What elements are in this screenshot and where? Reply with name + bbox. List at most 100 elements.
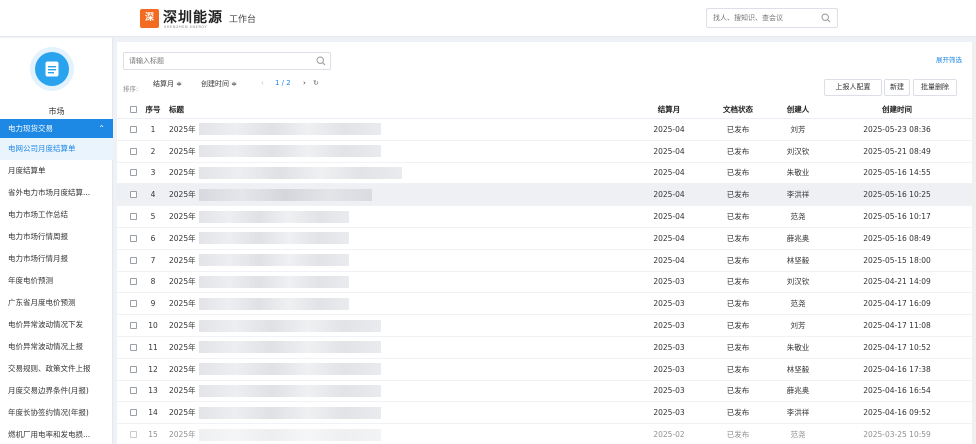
table-row[interactable]: 9 2025年 2025-03 已发布 范尧 2025-04-17 16:09 bbox=[117, 293, 972, 316]
row-title[interactable]: 2025年 bbox=[169, 141, 381, 162]
row-checkbox[interactable] bbox=[130, 315, 137, 336]
sort-by-month[interactable]: 结算月 ≑ bbox=[153, 79, 182, 89]
row-checkbox[interactable] bbox=[130, 381, 137, 402]
row-checkbox[interactable] bbox=[130, 228, 137, 249]
chevron-up-icon[interactable]: ⌃ bbox=[98, 119, 105, 138]
table-row[interactable]: 11 2025年 2025-03 已发布 朱敬业 2025-04-17 10:52 bbox=[117, 337, 972, 359]
table-row[interactable]: 7 2025年 2025-04 已发布 林坚毅 2025-05-15 18:00 bbox=[117, 250, 972, 272]
new-button[interactable]: 新建 bbox=[884, 79, 910, 96]
table-row[interactable]: 4 2025年 2025-04 已发布 李洪祥 2025-05-16 10:25 bbox=[117, 184, 972, 207]
row-title[interactable]: 2025年 bbox=[169, 381, 381, 402]
row-checkbox[interactable] bbox=[130, 163, 137, 184]
global-search-input[interactable] bbox=[707, 9, 815, 27]
row-title-text[interactable]: 2025年 bbox=[169, 255, 196, 266]
row-title[interactable]: 2025年 bbox=[169, 206, 349, 227]
table-row[interactable]: 12 2025年 2025-03 已发布 林坚毅 2025-04-16 17:38 bbox=[117, 359, 972, 381]
row-title-text[interactable]: 2025年 bbox=[169, 233, 196, 244]
row-month: 2025-03 bbox=[653, 277, 685, 287]
sort-by-created[interactable]: 创建时间 ≑ bbox=[201, 79, 237, 89]
row-checkbox[interactable] bbox=[130, 424, 137, 444]
row-title[interactable]: 2025年 bbox=[169, 228, 349, 249]
table-row[interactable]: 5 2025年 2025-04 已发布 范尧 2025-05-16 10:17 bbox=[117, 206, 972, 228]
table-row[interactable]: 2 2025年 2025-04 已发布 刘汉钦 2025-05-21 08:49 bbox=[117, 141, 972, 163]
row-checkbox[interactable] bbox=[130, 359, 137, 380]
global-search[interactable] bbox=[706, 8, 838, 28]
row-no: 11 bbox=[148, 342, 158, 352]
row-title-text[interactable]: 2025年 bbox=[169, 342, 196, 353]
row-checkbox[interactable] bbox=[130, 206, 137, 227]
reporter-config-button[interactable]: 上报人配置 bbox=[824, 79, 882, 96]
title-search[interactable] bbox=[123, 52, 331, 70]
table-row[interactable]: 3 2025年 2025-04 已发布 朱敬业 2025-05-16 14:55 bbox=[117, 163, 972, 185]
table-row[interactable]: 8 2025年 2025-03 已发布 刘汉钦 2025-04-21 14:09 bbox=[117, 272, 972, 294]
chevron-right-icon[interactable]: › bbox=[303, 79, 306, 87]
row-title-text[interactable]: 2025年 bbox=[169, 298, 196, 309]
table-row[interactable]: 10 2025年 2025-03 已发布 刘芳 2025-04-17 11:08 bbox=[117, 315, 972, 337]
row-title-text[interactable]: 2025年 bbox=[169, 429, 196, 440]
search-icon[interactable] bbox=[316, 56, 326, 66]
table-row[interactable]: 6 2025年 2025-04 已发布 薛兆奥 2025-05-16 08:49 bbox=[117, 228, 972, 250]
workbench-link[interactable]: 工作台 bbox=[229, 12, 256, 25]
row-checkbox[interactable] bbox=[130, 184, 137, 205]
row-checkbox[interactable] bbox=[130, 293, 137, 314]
page-scrollbar[interactable] bbox=[972, 42, 976, 444]
row-title-text[interactable]: 2025年 bbox=[169, 364, 196, 375]
refresh-icon[interactable]: ↻ bbox=[313, 79, 319, 87]
sidebar-item[interactable]: 年度长协签约情况(年报) bbox=[0, 402, 113, 424]
row-checkbox[interactable] bbox=[130, 119, 137, 140]
row-checkbox[interactable] bbox=[130, 141, 137, 162]
select-all-checkbox[interactable] bbox=[130, 101, 137, 118]
table-row[interactable]: 13 2025年 2025-03 已发布 薛兆奥 2025-04-16 16:54 bbox=[117, 381, 972, 403]
row-checkbox[interactable] bbox=[130, 250, 137, 271]
sidebar-item[interactable]: 省外电力市场月度结算... bbox=[0, 182, 113, 204]
market-app-icon[interactable] bbox=[35, 52, 69, 86]
row-title[interactable]: 2025年 bbox=[169, 337, 381, 358]
row-title[interactable]: 2025年 bbox=[169, 424, 381, 444]
row-title-text[interactable]: 2025年 bbox=[169, 146, 196, 157]
row-title[interactable]: 2025年 bbox=[169, 250, 349, 271]
row-checkbox[interactable] bbox=[130, 272, 137, 293]
row-title[interactable]: 2025年 bbox=[169, 293, 349, 314]
sidebar-item[interactable]: 月度交易边界条件(月报) bbox=[0, 380, 113, 402]
row-title[interactable]: 2025年 bbox=[169, 359, 381, 380]
sidebar-item[interactable]: 电力市场行情月报 bbox=[0, 248, 113, 270]
search-icon[interactable] bbox=[821, 13, 831, 23]
row-title-text[interactable]: 2025年 bbox=[169, 276, 196, 287]
sidebar-item[interactable]: 燃机厂用电率和发电损... bbox=[0, 424, 113, 444]
row-title[interactable]: 2025年 bbox=[169, 184, 372, 205]
row-title[interactable]: 2025年 bbox=[169, 315, 381, 336]
row-title[interactable]: 2025年 bbox=[169, 272, 349, 293]
batch-delete-button[interactable]: 批量删除 bbox=[913, 79, 957, 96]
sidebar-item[interactable]: 月度结算单 bbox=[0, 160, 113, 182]
sidebar-item[interactable]: 年度电价预测 bbox=[0, 270, 113, 292]
row-checkbox[interactable] bbox=[130, 402, 137, 423]
chevron-left-icon[interactable]: ‹ bbox=[261, 79, 264, 87]
row-title[interactable]: 2025年 bbox=[169, 119, 381, 140]
sidebar-item[interactable]: 电价异常波动情况下发 bbox=[0, 314, 113, 336]
row-title-text[interactable]: 2025年 bbox=[169, 407, 196, 418]
table-row[interactable]: 15 2025年 2025-02 已发布 范尧 2025-03-25 10:59 bbox=[117, 424, 972, 444]
title-search-input[interactable] bbox=[124, 53, 310, 69]
sidebar-item[interactable]: 广东省月度电价预测 bbox=[0, 292, 113, 314]
sidebar-item[interactable]: 电力市场工作总结 bbox=[0, 204, 113, 226]
sidebar-item[interactable]: 电价异常波动情况上报 bbox=[0, 336, 113, 358]
table-row[interactable]: 14 2025年 2025-03 已发布 李洪祥 2025-04-16 09:52 bbox=[117, 402, 972, 425]
sidebar-item[interactable]: 电力市场行情周报 bbox=[0, 226, 113, 248]
row-title-text[interactable]: 2025年 bbox=[169, 211, 196, 222]
row-checkbox[interactable] bbox=[130, 337, 137, 358]
row-title-text[interactable]: 2025年 bbox=[169, 167, 196, 178]
row-title-text[interactable]: 2025年 bbox=[169, 320, 196, 331]
sidebar-item[interactable]: 电网公司月度结算单 bbox=[0, 138, 113, 160]
nav-group-spot-trading[interactable]: 电力现货交易 ⌃ bbox=[0, 119, 113, 138]
table-row[interactable]: 1 2025年 2025-04 已发布 刘芳 2025-05-23 08:36 bbox=[117, 119, 972, 141]
sidebar-item[interactable]: 交易规则、政策文件上报 bbox=[0, 358, 113, 380]
row-title-text[interactable]: 2025年 bbox=[169, 385, 196, 396]
sidebar: 市场 电力现货交易 ⌃ 电网公司月度结算单 月度结算单 省外电力市场月度结算... 电… bbox=[0, 38, 113, 444]
expand-filter-link[interactable]: 展开筛选 bbox=[936, 54, 962, 64]
header-created[interactable]: 创建时间 bbox=[852, 101, 942, 118]
header-month[interactable]: 结算月 bbox=[637, 101, 701, 118]
row-title[interactable]: 2025年 bbox=[169, 402, 381, 423]
row-title[interactable]: 2025年 bbox=[169, 163, 402, 184]
row-title-text[interactable]: 2025年 bbox=[169, 189, 196, 200]
row-title-text[interactable]: 2025年 bbox=[169, 124, 196, 135]
